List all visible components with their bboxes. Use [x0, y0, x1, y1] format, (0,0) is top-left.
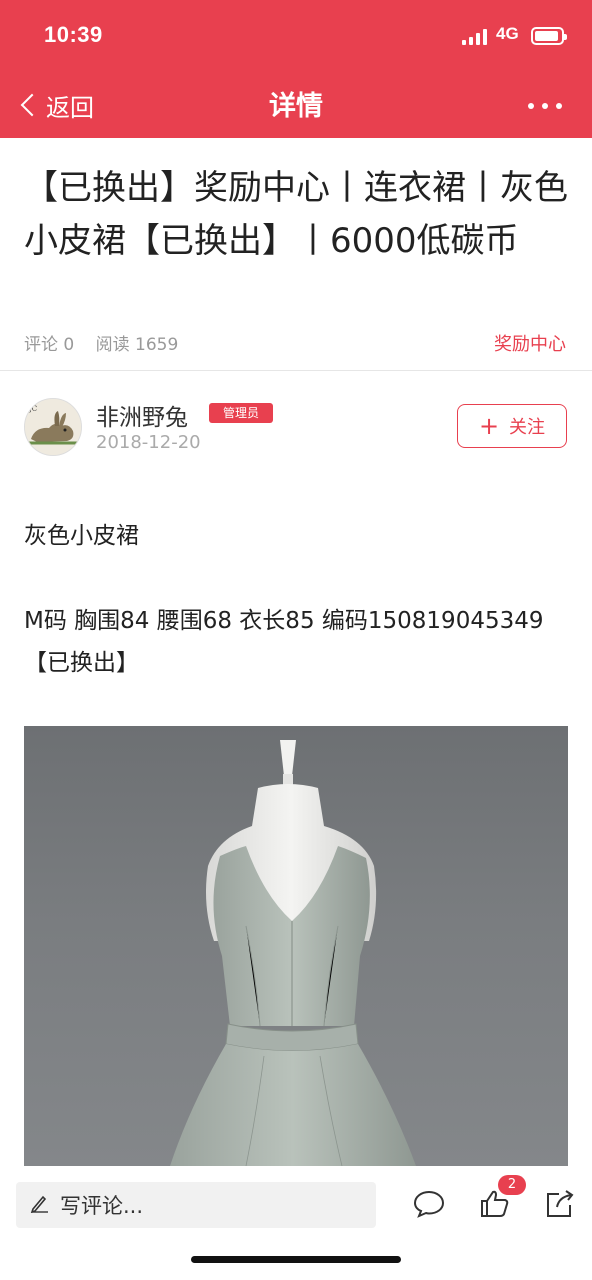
role-badge: 管理员 — [209, 403, 274, 423]
share-icon[interactable] — [543, 1186, 577, 1220]
post-date: 2018-12-20 — [96, 432, 201, 453]
read-count: 阅读 1659 — [95, 335, 179, 355]
battery-icon — [531, 27, 567, 45]
avatar[interactable]: JC — [24, 398, 82, 456]
follow-button[interactable]: + 关注 — [457, 404, 567, 448]
network-label: 4G — [496, 24, 519, 43]
signal-icon — [462, 29, 488, 45]
content-paragraph: M码 胸围84 腰围68 衣长85 编码150819045349【已换出】 — [24, 608, 544, 676]
comment-input[interactable]: 写评论... — [16, 1182, 376, 1228]
svg-text:JC: JC — [28, 405, 37, 413]
pen-icon — [30, 1193, 50, 1218]
status-time: 10:39 — [44, 22, 103, 47]
top-bar: 10:39 4G 返回 详情 — [0, 0, 592, 138]
page-title: 详情 — [269, 91, 323, 122]
article-meta: 评论 0 阅读 1659 — [24, 330, 194, 355]
content-paragraph: 灰色小皮裙 — [24, 523, 139, 549]
comment-placeholder: 写评论... — [60, 1194, 144, 1218]
comment-icon[interactable] — [412, 1186, 446, 1220]
plus-icon: + — [478, 412, 500, 440]
status-bar: 10:39 4G — [0, 0, 592, 70]
product-photo[interactable] — [24, 726, 568, 1166]
rabbit-avatar-icon: JC — [25, 399, 81, 455]
home-indicator[interactable] — [191, 1256, 401, 1263]
comment-count: 评论 0 — [24, 335, 75, 355]
more-options-icon[interactable] — [528, 96, 562, 116]
author-name[interactable]: 非洲野兔 — [96, 398, 188, 432]
dress-image — [170, 740, 416, 1166]
article-title: 【已换出】奖励中心丨连衣裙丨灰色小皮裙【已换出】丨6000低碳币 — [24, 168, 568, 261]
divider — [0, 370, 592, 371]
follow-label: 关注 — [509, 417, 546, 438]
like-count-badge: 2 — [498, 1175, 526, 1195]
category-link[interactable]: 奖励中心 — [494, 330, 566, 356]
